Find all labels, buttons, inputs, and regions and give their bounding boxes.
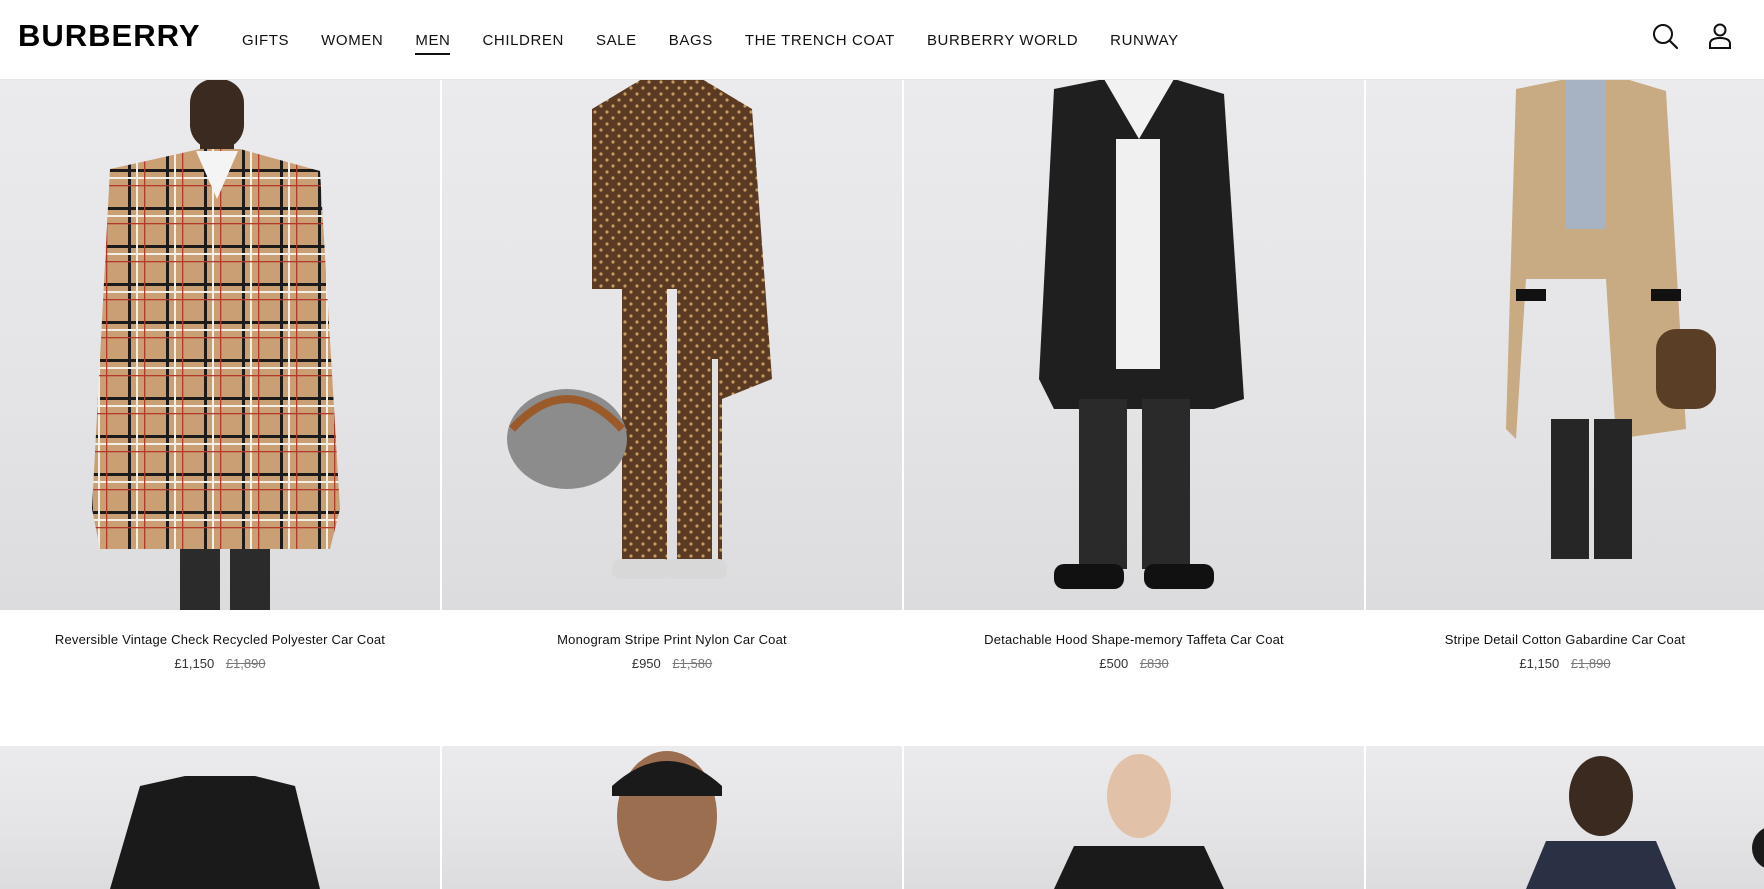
product-image[interactable] [0, 746, 440, 889]
sale-price: £500 [1099, 656, 1129, 671]
product-image-check-car-coat[interactable] [0, 79, 440, 610]
sale-price: £950 [631, 656, 661, 671]
product-card[interactable] [904, 746, 1364, 889]
site-header: BURBERRY GIFTS WOMEN MEN CHILDREN SALE B… [0, 0, 1764, 80]
product-name[interactable]: Reversible Vintage Check Recycled Polyes… [0, 632, 440, 647]
product-price: £1,150 £1,890 [0, 656, 440, 671]
sale-price: £1,150 [1519, 656, 1560, 671]
product-name[interactable]: Detachable Hood Shape-memory Taffeta Car… [904, 632, 1364, 647]
product-card[interactable]: Detachable Hood Shape-memory Taffeta Car… [904, 0, 1364, 700]
product-card[interactable] [442, 746, 902, 889]
nav-men[interactable]: MEN [415, 32, 451, 55]
product-price: £500 £830 [904, 656, 1364, 671]
product-image[interactable] [904, 746, 1364, 889]
nav-bags[interactable]: BAGS [669, 32, 713, 55]
original-price: £1,580 [672, 656, 713, 671]
product-price: £950 £1,580 [442, 656, 902, 671]
nav-burberry-world[interactable]: BURBERRY WORLD [927, 32, 1078, 55]
product-image-black-hooded-coat[interactable] [904, 79, 1364, 610]
search-icon[interactable] [1651, 22, 1679, 50]
account-icon[interactable] [1707, 22, 1733, 50]
product-price: £1,150 £1,890 [1366, 656, 1764, 671]
original-price: £1,890 [1570, 656, 1611, 671]
product-image-monogram-car-coat[interactable] [442, 79, 902, 610]
product-card[interactable] [1366, 746, 1764, 889]
product-card[interactable] [0, 746, 440, 889]
product-card[interactable]: Stripe Detail Cotton Gabardine Car Coat … [1366, 0, 1764, 700]
product-image-beige-gabardine-coat[interactable] [1366, 79, 1764, 610]
nav-gifts[interactable]: GIFTS [242, 32, 289, 55]
nav-runway[interactable]: RUNWAY [1110, 32, 1179, 55]
nav-children[interactable]: CHILDREN [482, 32, 563, 55]
sale-price: £1,150 [174, 656, 215, 671]
main-nav: GIFTS WOMEN MEN CHILDREN SALE BAGS THE T… [242, 32, 1211, 55]
product-card[interactable]: Monogram Stripe Print Nylon Car Coat £95… [442, 0, 902, 700]
nav-sale[interactable]: SALE [596, 32, 637, 55]
product-card[interactable]: Reversible Vintage Check Recycled Polyes… [0, 0, 440, 700]
product-image[interactable] [1366, 746, 1764, 889]
burberry-logo[interactable]: BURBERRY [18, 18, 201, 54]
product-image[interactable] [442, 746, 902, 889]
nav-women[interactable]: WOMEN [321, 32, 383, 55]
product-name[interactable]: Monogram Stripe Print Nylon Car Coat [442, 632, 902, 647]
product-grid: Reversible Vintage Check Recycled Polyes… [0, 0, 1764, 889]
nav-trench-coat[interactable]: THE TRENCH COAT [745, 32, 895, 55]
original-price: £1,890 [225, 656, 266, 671]
original-price: £830 [1139, 656, 1169, 671]
product-name[interactable]: Stripe Detail Cotton Gabardine Car Coat [1366, 632, 1764, 647]
